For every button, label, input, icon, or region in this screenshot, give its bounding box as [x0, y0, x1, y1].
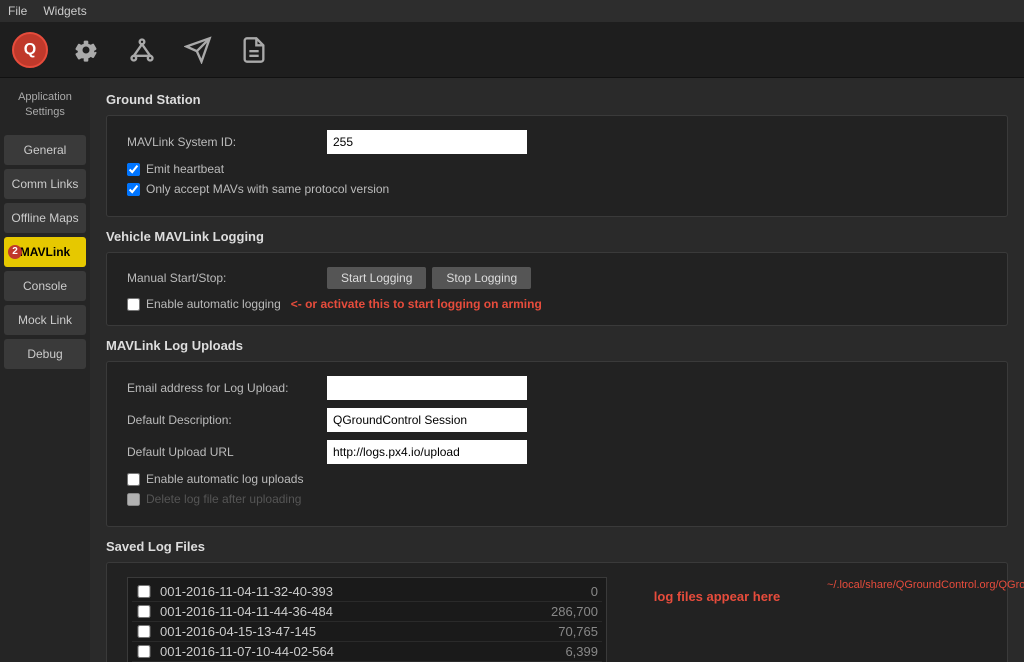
only-accept-label: Only accept MAVs with same protocol vers…: [146, 182, 389, 196]
main-layout: Application Settings General Comm Links …: [0, 78, 1024, 662]
toolbar: Q: [0, 22, 1024, 78]
log-file-name: 001-2016-11-04-11-44-36-484: [160, 604, 528, 619]
gear-button[interactable]: [66, 30, 106, 70]
sidebar-item-mavlink[interactable]: 2 MAVLink: [4, 237, 86, 267]
enable-auto-uploads-label: Enable automatic log uploads: [146, 472, 303, 486]
sidebar: Application Settings General Comm Links …: [0, 78, 90, 662]
enable-auto-logging-checkbox[interactable]: [127, 298, 140, 311]
log-table-row: 001-2016-11-07-10-44-02-5646,399: [132, 642, 602, 662]
log-file-size: 286,700: [528, 604, 598, 619]
log-file-name: 001-2016-04-15-13-47-145: [160, 624, 528, 639]
log-row-checkbox[interactable]: [136, 645, 152, 658]
saved-log-files-header: Saved Log Files: [106, 539, 1008, 554]
delete-after-checkbox[interactable]: [127, 493, 140, 506]
vehicle-logging-section: Manual Start/Stop: Start Logging Stop Lo…: [106, 252, 1008, 326]
content-area: Ground Station MAVLink System ID: Emit h…: [90, 78, 1024, 662]
log-table-row: 001-2016-11-04-11-32-40-3930: [132, 582, 602, 602]
start-logging-button[interactable]: Start Logging: [327, 267, 426, 289]
log-file-name: 001-2016-11-04-11-32-40-393: [160, 584, 528, 599]
emit-heartbeat-row: Emit heartbeat: [127, 162, 987, 176]
sidebar-item-offline-maps[interactable]: Offline Maps: [4, 203, 86, 233]
enable-auto-uploads-checkbox[interactable]: [127, 473, 140, 486]
send-button[interactable]: [178, 30, 218, 70]
sidebar-item-comm-links[interactable]: Comm Links: [4, 169, 86, 199]
only-accept-checkbox[interactable]: [127, 183, 140, 196]
sidebar-header: Application Settings: [0, 86, 90, 133]
enable-auto-logging-row: Enable automatic logging: [127, 297, 281, 311]
log-file-name: 001-2016-11-07-10-44-02-564: [160, 644, 528, 659]
manual-start-stop-row: Manual Start/Stop: Start Logging Stop Lo…: [127, 267, 987, 289]
vehicle-logging-header: Vehicle MAVLink Logging: [106, 229, 1008, 244]
menu-file[interactable]: File: [8, 4, 27, 18]
enable-auto-uploads-row: Enable automatic log uploads: [127, 472, 987, 486]
email-label: Email address for Log Upload:: [127, 381, 327, 395]
logo-button[interactable]: Q: [10, 30, 50, 70]
menu-widgets[interactable]: Widgets: [43, 4, 86, 18]
sidebar-item-mavlink-label: MAVLink: [20, 245, 70, 259]
log-file-size: 6,399: [528, 644, 598, 659]
log-file-size: 0: [528, 584, 598, 599]
emit-heartbeat-checkbox[interactable]: [127, 163, 140, 176]
ground-station-section: MAVLink System ID: Emit heartbeat Only a…: [106, 115, 1008, 217]
log-row-checkbox[interactable]: [136, 625, 152, 638]
mavlink-id-row: MAVLink System ID:: [127, 130, 987, 154]
log-path-hint: ~/.local/share/QGroundControl.org/QGroun…: [827, 577, 987, 594]
send-icon: [184, 36, 212, 64]
mavlink-id-input[interactable]: [327, 130, 527, 154]
delete-after-row: Delete log file after uploading: [127, 492, 987, 506]
log-table-row: 001-2016-04-15-13-47-14570,765: [132, 622, 602, 642]
gear-icon: [72, 36, 100, 64]
log-row-checkbox[interactable]: [136, 605, 152, 618]
default-url-input[interactable]: [327, 440, 527, 464]
emit-heartbeat-label: Emit heartbeat: [146, 162, 224, 176]
waypoint-icon: [128, 36, 156, 64]
log-row-checkbox[interactable]: [136, 585, 152, 598]
document-button[interactable]: [234, 30, 274, 70]
manual-start-stop-label: Manual Start/Stop:: [127, 271, 327, 285]
log-file-size: 70,765: [528, 624, 598, 639]
log-files-container: 001-2016-11-04-11-32-40-3930001-2016-11-…: [127, 577, 987, 662]
sidebar-item-debug[interactable]: Debug: [4, 339, 86, 369]
auto-logging-hint: <- or activate this to start logging on …: [291, 297, 542, 311]
default-url-label: Default Upload URL: [127, 445, 327, 459]
delete-after-label: Delete log file after uploading: [146, 492, 301, 506]
ground-station-header: Ground Station: [106, 92, 1008, 107]
log-files-table: 001-2016-11-04-11-32-40-3930001-2016-11-…: [127, 577, 607, 662]
sidebar-item-mock-link[interactable]: Mock Link: [4, 305, 86, 335]
enable-auto-logging-label: Enable automatic logging: [146, 297, 281, 311]
default-desc-row: Default Description:: [127, 408, 987, 432]
email-row: Email address for Log Upload:: [127, 376, 987, 400]
document-icon: [240, 36, 268, 64]
default-desc-label: Default Description:: [127, 413, 327, 427]
only-accept-row: Only accept MAVs with same protocol vers…: [127, 182, 987, 196]
log-appear-hint: log files appear here: [617, 577, 817, 617]
log-uploads-header: MAVLink Log Uploads: [106, 338, 1008, 353]
log-table-row: 001-2016-11-04-11-44-36-484286,700: [132, 602, 602, 622]
menu-bar: File Widgets: [0, 0, 1024, 22]
default-url-row: Default Upload URL: [127, 440, 987, 464]
sidebar-item-console[interactable]: Console: [4, 271, 86, 301]
mavlink-id-label: MAVLink System ID:: [127, 135, 327, 149]
logo-icon: Q: [12, 32, 48, 68]
mavlink-badge: 2: [8, 245, 22, 259]
stop-logging-button[interactable]: Stop Logging: [432, 267, 531, 289]
sidebar-item-general[interactable]: General: [4, 135, 86, 165]
email-input[interactable]: [327, 376, 527, 400]
waypoint-button[interactable]: [122, 30, 162, 70]
log-uploads-section: Email address for Log Upload: Default De…: [106, 361, 1008, 527]
default-desc-input[interactable]: [327, 408, 527, 432]
saved-log-files-section: 001-2016-11-04-11-32-40-3930001-2016-11-…: [106, 562, 1008, 662]
